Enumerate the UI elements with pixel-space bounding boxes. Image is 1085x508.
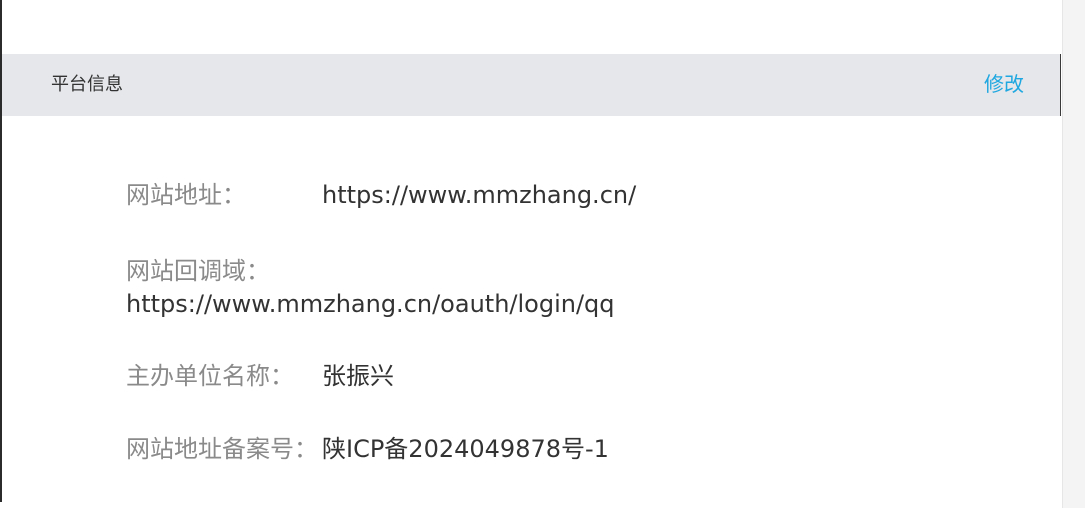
scrollbar-track[interactable]	[1062, 0, 1085, 508]
callback-domain-label: 网站回调域：	[126, 257, 270, 285]
icp-label: 网站地址备案号：	[126, 435, 318, 463]
info-row-site-url: 网站地址： https://www.mmzhang.cn/	[126, 178, 636, 212]
platform-info-page: 平台信息 修改 网站地址： https://www.mmzhang.cn/ 网站…	[0, 0, 1085, 508]
info-row-organizer: 主办单位名称： 张振兴	[126, 359, 394, 393]
info-row-icp: 网站地址备案号： 陕ICP备2024049878号-1	[126, 432, 609, 466]
organizer-label: 主办单位名称：	[126, 362, 294, 390]
icp-value: 陕ICP备2024049878号-1	[322, 435, 609, 463]
organizer-value: 张振兴	[322, 362, 394, 390]
site-url-label: 网站地址：	[126, 181, 246, 209]
panel-title: 平台信息	[51, 74, 123, 95]
callback-domain-value: https://www.mmzhang.cn/oauth/login/qq	[126, 290, 615, 318]
site-url-value: https://www.mmzhang.cn/	[322, 181, 637, 209]
info-row-callback-domain: 网站回调域： https://www.mmzhang.cn/oauth/logi…	[126, 254, 615, 318]
panel-header: 平台信息 修改	[2, 54, 1061, 116]
edit-link[interactable]: 修改	[984, 72, 1024, 96]
